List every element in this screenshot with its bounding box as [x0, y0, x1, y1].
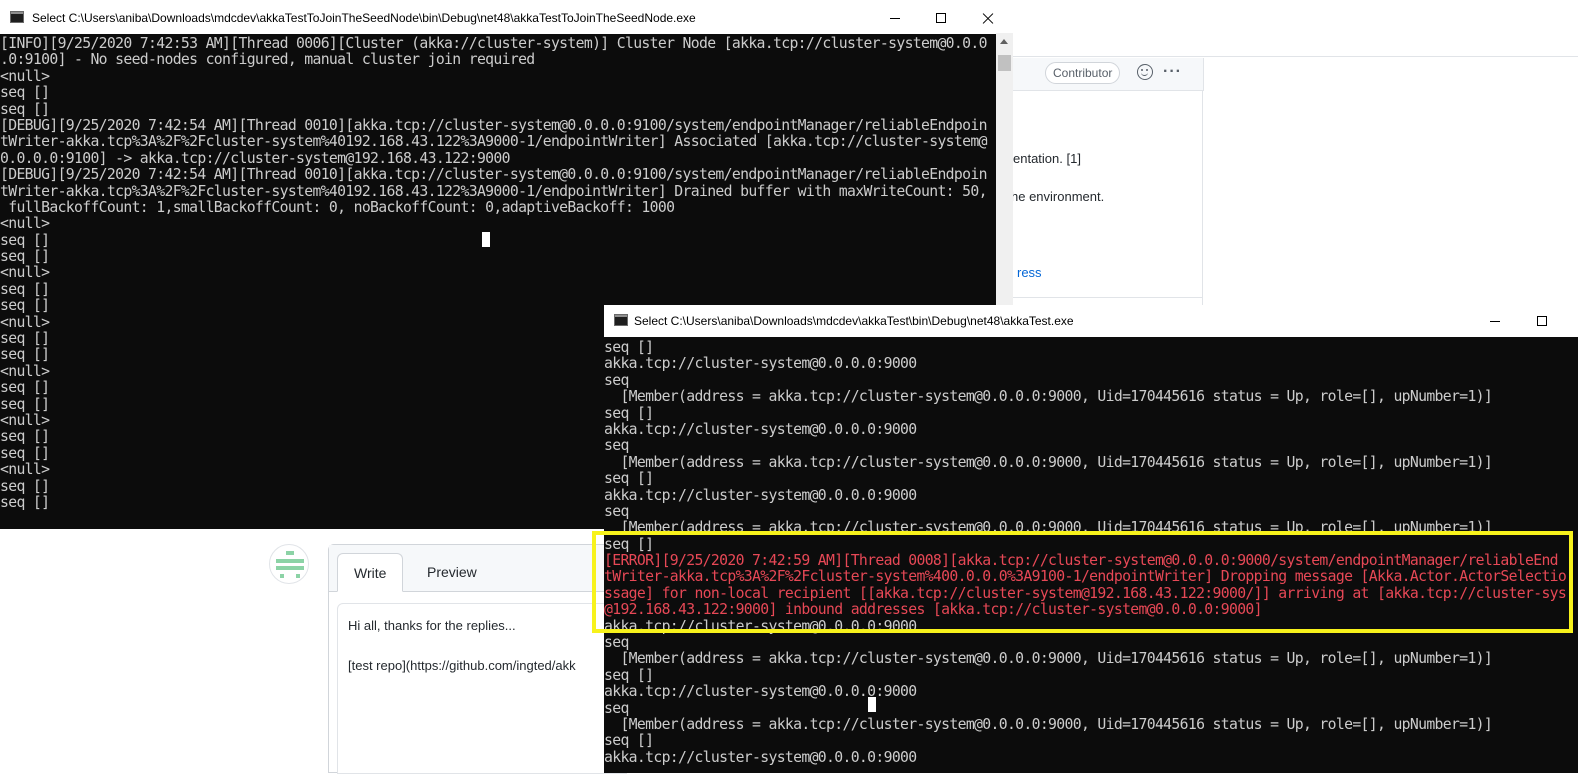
window-title: Select C:\Users\aniba\Downloads\mdcdev\a… [32, 11, 696, 25]
console-line: seq [604, 501, 629, 520]
console-app-icon [10, 11, 24, 23]
comment-body-text: he environment. [1011, 189, 1105, 204]
maximize-button[interactable] [918, 2, 964, 33]
console-line: seq [] [0, 230, 50, 249]
title-bar[interactable]: Select C:\Users\aniba\Downloads\mdcdev\a… [604, 305, 1578, 337]
console-line: seq [604, 436, 629, 455]
console-line: 0.0.0.0:9100] -> akka.tcp://cluster-syst… [0, 148, 511, 167]
console-line: akka.tcp://cluster-system@0.0.0.0:9000 [604, 419, 917, 438]
console-line: akka.tcp://cluster-system@0.0.0.0:9000 [604, 747, 917, 766]
console-line: seq [] [0, 247, 50, 266]
divider [1202, 90, 1203, 305]
console-line: seq [] [0, 99, 50, 118]
comment-editor: Write Preview Hi all, thanks for the rep… [328, 544, 627, 774]
console-line: tWriter-akka.tcp%3A%2F%2Fcluster-system%… [0, 132, 987, 151]
console-line: <null> [0, 214, 50, 233]
console-line: [Member(address = akka.tcp://cluster-sys… [604, 714, 1493, 733]
console-line: .0:9100] - No seed-nodes configured, man… [0, 50, 535, 69]
console-line: tWriter-akka.tcp%3A%2F%2Fcluster-system%… [0, 181, 987, 200]
console-line: akka.tcp://cluster-system@0.0.0.0:9000 [604, 682, 917, 701]
tab-write[interactable]: Write [337, 553, 404, 592]
console-line: seq [] [604, 731, 654, 750]
window-title: Select C:\Users\aniba\Downloads\mdcdev\a… [634, 314, 1074, 328]
console-line: seq [] [604, 338, 654, 356]
console-line: <null> [0, 66, 50, 85]
minimize-button[interactable] [1472, 305, 1518, 336]
contributor-badge: Contributor [1045, 62, 1121, 84]
comment-link[interactable]: ress [1017, 265, 1042, 280]
text-cursor [868, 697, 876, 712]
console-line: seq [] [604, 469, 654, 488]
title-bar[interactable]: Select C:\Users\aniba\Downloads\mdcdev\a… [0, 2, 1013, 34]
console-line: seq [604, 370, 629, 389]
scroll-thumb[interactable] [998, 55, 1011, 71]
scroll-up-icon[interactable] [1000, 39, 1008, 44]
console-line: [INFO][9/25/2020 7:42:53 AM][Thread 0006… [0, 34, 987, 52]
console-app-icon [614, 314, 628, 326]
tab-preview[interactable]: Preview [411, 553, 493, 591]
text-cursor [482, 232, 490, 247]
comment-body-text: entation. [1] [1013, 151, 1081, 166]
console-line: [Member(address = akka.tcp://cluster-sys… [604, 649, 1493, 668]
close-button[interactable] [964, 2, 1010, 33]
more-options-icon[interactable]: ··· [1163, 64, 1182, 80]
maximize-button[interactable] [1519, 305, 1565, 336]
console-line: [DEBUG][9/25/2020 7:42:54 AM][Thread 001… [0, 165, 987, 184]
console-line: akka.tcp://cluster-system@0.0.0.0:9000 [604, 485, 917, 504]
avatar[interactable] [269, 544, 309, 584]
console-line: seq [604, 633, 629, 652]
console-line: fullBackoffCount: 1,smallBackoffCount: 0… [0, 197, 675, 216]
console-line: seq [] [604, 665, 654, 684]
comment-textarea[interactable]: Hi all, thanks for the replies... [test … [337, 603, 627, 774]
console-line: seq [604, 698, 629, 717]
console-line: akka.tcp://cluster-system@0.0.0.0:9000 [604, 354, 917, 373]
console-line: [Member(address = akka.tcp://cluster-sys… [604, 452, 1493, 471]
minimize-button[interactable] [872, 2, 918, 33]
editor-tabs: Write Preview [329, 545, 619, 592]
emoji-icon[interactable] [1137, 64, 1153, 80]
console-line: seq [] [0, 83, 50, 102]
divider [1013, 297, 1203, 298]
console-line: [Member(address = akka.tcp://cluster-sys… [604, 387, 1493, 406]
console-line: seq [] [0, 279, 50, 298]
console-line: seq [] [604, 403, 654, 422]
console-line: <null> [0, 263, 50, 282]
console-line: [DEBUG][9/25/2020 7:42:54 AM][Thread 001… [0, 115, 987, 134]
divider [1013, 56, 1578, 57]
error-highlight-box [592, 531, 1573, 633]
